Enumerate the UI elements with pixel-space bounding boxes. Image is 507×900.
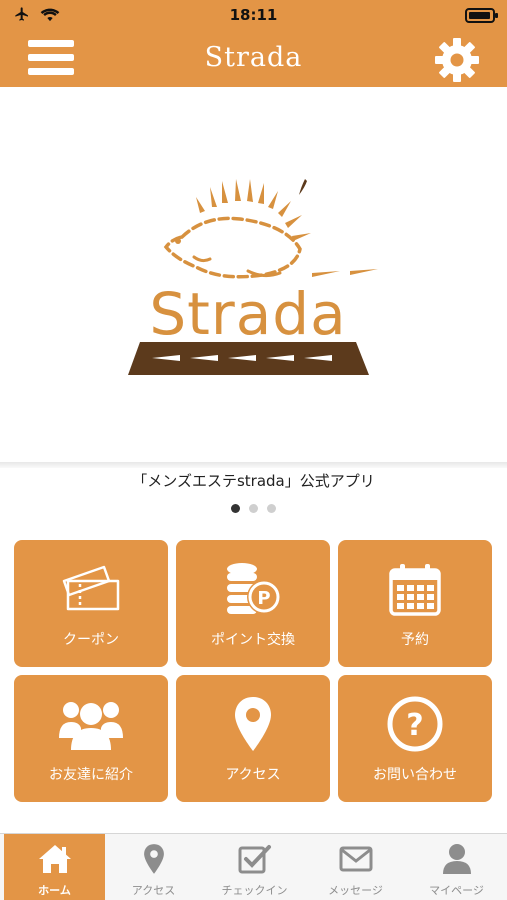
tile-coupon[interactable]: クーポン <box>14 540 168 667</box>
tab-label: ホーム <box>38 884 71 897</box>
tab-bar: ホーム アクセス チェックイン メッセージ マイページ <box>0 833 507 900</box>
tile-label: 予約 <box>401 632 429 648</box>
tile-points[interactable]: P ポイント交換 <box>176 540 330 667</box>
tile-label: お問い合わせ <box>373 767 457 783</box>
tile-reservation[interactable]: 予約 <box>338 540 492 667</box>
banner-divider <box>0 462 507 468</box>
question-icon: ? <box>338 691 492 757</box>
tab-mypage[interactable]: マイページ <box>406 834 507 900</box>
tab-label: メッセージ <box>328 884 383 897</box>
tile-label: お友達に紹介 <box>49 767 133 783</box>
gear-icon[interactable] <box>433 36 481 84</box>
logo-wordmark: Strada <box>149 280 346 348</box>
coins-icon: P <box>176 556 330 622</box>
strada-logo: Strada <box>128 179 378 375</box>
tile-label: アクセス <box>225 767 281 783</box>
tab-access[interactable]: アクセス <box>103 834 204 900</box>
banner-carousel[interactable]: Strada <box>0 87 507 465</box>
status-time: 18:11 <box>229 6 278 24</box>
tile-label: クーポン <box>63 632 119 648</box>
svg-text:P: P <box>257 588 270 609</box>
calendar-icon <box>338 556 492 622</box>
tab-checkin[interactable]: チェックイン <box>204 834 305 900</box>
svg-text:?: ? <box>406 708 423 743</box>
banner-caption: 「メンズエステstrada」公式アプリ <box>132 472 375 490</box>
tile-access[interactable]: アクセス <box>176 675 330 802</box>
carousel-pagination[interactable] <box>0 504 507 513</box>
tile-inquiry[interactable]: ? お問い合わせ <box>338 675 492 802</box>
users-icon <box>14 691 168 757</box>
envelope-icon <box>305 842 406 876</box>
status-bar: 18:11 <box>0 0 507 30</box>
battery-level <box>469 12 490 19</box>
battery-icon <box>465 8 498 23</box>
tile-label: ポイント交換 <box>211 632 295 648</box>
ticket-icon <box>14 556 168 622</box>
tab-home[interactable]: ホーム <box>4 834 105 900</box>
nav-title: Strada <box>204 42 303 73</box>
tab-label: アクセス <box>131 884 176 897</box>
map-pin-icon <box>103 842 204 876</box>
pagination-dot[interactable] <box>249 504 258 513</box>
tab-label: チェックイン <box>221 884 288 897</box>
home-icon <box>4 842 105 876</box>
tile-refer-friend[interactable]: お友達に紹介 <box>14 675 168 802</box>
checkin-icon <box>204 842 305 876</box>
user-icon <box>406 842 507 876</box>
nav-bar: Strada <box>0 30 507 87</box>
pagination-dot[interactable] <box>267 504 276 513</box>
pagination-dot[interactable] <box>231 504 240 513</box>
tab-label: マイページ <box>429 884 484 897</box>
map-pin-icon <box>176 691 330 757</box>
tab-message[interactable]: メッセージ <box>305 834 406 900</box>
